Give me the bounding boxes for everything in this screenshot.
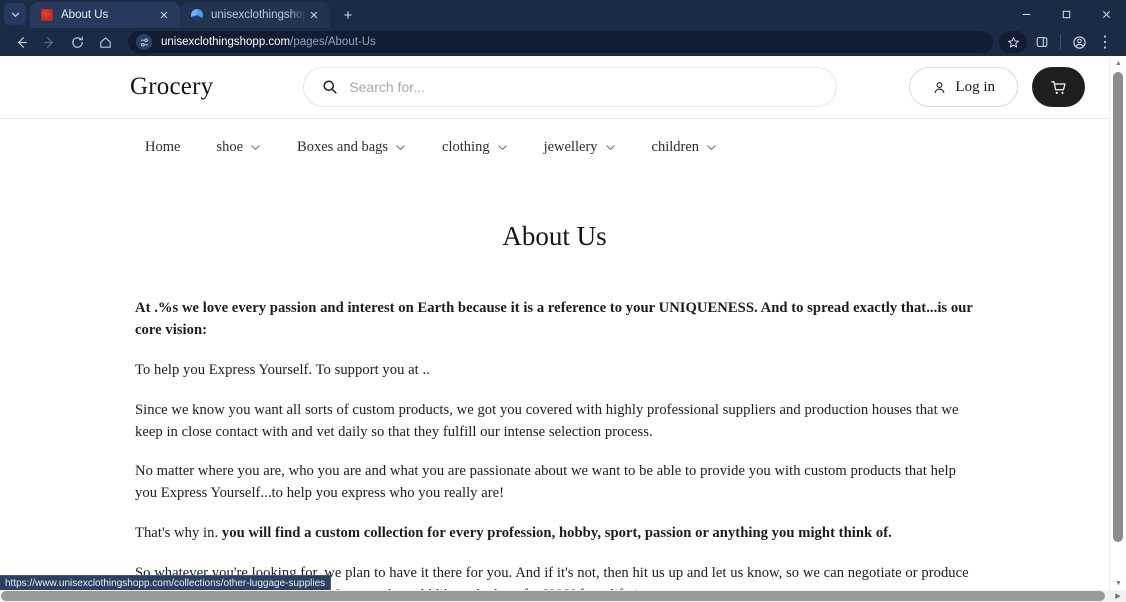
reload-icon[interactable] <box>64 29 90 55</box>
search-placeholder: Search for... <box>349 79 425 95</box>
cart-icon <box>1051 80 1066 94</box>
side-panel-icon[interactable] <box>1029 29 1055 55</box>
url-path: /pages/About-Us <box>290 36 376 48</box>
blue-globe-icon <box>190 8 204 22</box>
nav-item-boxes-and-bags[interactable]: Boxes and bags <box>297 139 406 156</box>
nav-label: children <box>651 138 700 155</box>
nav-label: Boxes and bags <box>297 138 389 155</box>
site-logo[interactable]: Grocery <box>130 73 213 101</box>
scroll-right-arrow-icon[interactable]: ▶ <box>1112 590 1124 602</box>
nav-label: jewellery <box>543 138 598 155</box>
window-controls <box>1006 0 1126 28</box>
scroll-down-arrow-icon[interactable]: ▼ <box>1110 576 1126 590</box>
minimize-icon[interactable] <box>1006 0 1046 28</box>
home-icon[interactable] <box>92 29 118 55</box>
tab-list-chevron-icon[interactable] <box>4 3 26 25</box>
back-icon[interactable] <box>8 29 34 55</box>
address-bar[interactable]: unisexclothingshopp.com/pages/About-Us <box>128 31 993 53</box>
chevron-down-glyph <box>11 12 19 17</box>
chevron-down-icon <box>497 142 508 153</box>
arrow-left-glyph <box>17 36 27 48</box>
chevron-down-icon <box>706 142 717 153</box>
nav-item-shoe[interactable]: shoe <box>216 139 261 156</box>
tab-search-area <box>0 0 30 28</box>
tab-title: About Us <box>61 9 109 21</box>
nav-item-home[interactable]: Home <box>145 139 180 156</box>
site-settings-icon[interactable] <box>136 34 152 50</box>
close-window-icon[interactable] <box>1086 0 1126 28</box>
reload-glyph <box>71 35 83 48</box>
tab-about-us[interactable]: About Us ✕ <box>30 2 180 28</box>
page-title: About Us <box>502 221 607 251</box>
paragraph-3: Since we know you want all sorts of cust… <box>135 401 959 440</box>
cart-button[interactable] <box>1032 67 1085 107</box>
status-bar-link: https://www.unisexclothingshopp.com/coll… <box>0 575 332 590</box>
star-icon <box>1007 36 1019 47</box>
header-actions: Log in <box>909 67 1085 107</box>
vertical-scroll-thumb[interactable] <box>1113 72 1123 542</box>
home-glyph <box>99 36 111 48</box>
page-viewport: Grocery Search for... Log in Home shoe B… <box>0 56 1126 602</box>
chevron-down-icon <box>605 142 616 153</box>
user-icon <box>935 81 945 93</box>
close-icon[interactable]: ✕ <box>156 7 172 23</box>
maximize-glyph <box>1062 10 1070 18</box>
tab-title: unisexclothingshopp.com/colle <box>211 9 306 21</box>
search-icon <box>323 80 337 94</box>
article: About Us At .%s we love every passion an… <box>0 175 1109 590</box>
site-navigation: Home shoe Boxes and bags clothing jewell… <box>0 119 1109 175</box>
url-text: unisexclothingshopp.com/pages/About-Us <box>161 36 376 48</box>
nav-label: Home <box>145 138 181 155</box>
horizontal-scroll-thumb[interactable] <box>1 591 1105 601</box>
close-icon[interactable]: ✕ <box>306 7 322 23</box>
nav-item-jewellery[interactable]: jewellery <box>544 139 616 156</box>
browser-window: About Us ✕ unisexclothingshopp.com/colle… <box>0 0 1126 602</box>
close-glyph <box>1102 10 1110 18</box>
paragraph-5-lead: That's why in. <box>135 525 222 542</box>
login-button[interactable]: Log in <box>909 67 1018 107</box>
red-bird-icon <box>40 8 54 22</box>
scroll-up-arrow-icon[interactable]: ▲ <box>1110 56 1126 70</box>
side-panel-glyph <box>1036 37 1048 47</box>
paragraph-2: To help you Express Yourself. To support… <box>135 361 430 378</box>
browser-toolbar: unisexclothingshopp.com/pages/About-Us ⋮ <box>0 28 1126 56</box>
nav-label: shoe <box>216 138 244 155</box>
tab-strip: About Us ✕ unisexclothingshopp.com/colle… <box>0 0 1126 28</box>
article-body: At .%s we love every passion and interes… <box>135 298 974 590</box>
forward-icon[interactable] <box>36 29 62 55</box>
search-input[interactable]: Search for... <box>303 67 838 107</box>
minimize-glyph <box>1022 13 1030 15</box>
horizontal-scrollbar[interactable]: ▶ <box>0 590 1126 602</box>
chevron-down-icon <box>395 142 406 153</box>
webpage: Grocery Search for... Log in Home shoe B… <box>0 56 1109 590</box>
tab-unisexclothingshopp[interactable]: unisexclothingshopp.com/colle ✕ <box>180 2 330 28</box>
paragraph-5: That's why in. you will find a custom co… <box>135 523 974 545</box>
login-label: Log in <box>955 78 995 95</box>
tabs-container: About Us ✕ unisexclothingshopp.com/colle… <box>30 0 361 28</box>
toolbar-actions: ⋮ <box>999 29 1118 55</box>
bookmark-button[interactable] <box>999 31 1027 53</box>
arrow-right-glyph <box>43 36 53 48</box>
nav-item-children[interactable]: children <box>652 139 718 156</box>
profile-glyph <box>1072 35 1086 49</box>
url-domain: unisexclothingshopp.com <box>161 36 291 48</box>
vertical-scroll-track[interactable] <box>1110 70 1126 576</box>
nav-item-clothing[interactable]: clothing <box>442 139 508 156</box>
toolbar-divider <box>1060 35 1061 49</box>
nav-label: clothing <box>442 138 490 155</box>
site-header: Grocery Search for... Log in <box>0 56 1109 118</box>
menu-icon[interactable]: ⋮ <box>1092 29 1118 55</box>
tune-glyph <box>140 37 148 47</box>
paragraph-5-strong: you will find a custom collection for ev… <box>221 525 892 542</box>
maximize-icon[interactable] <box>1046 0 1086 28</box>
profile-icon[interactable] <box>1066 29 1092 55</box>
new-tab-button[interactable]: + <box>335 2 361 28</box>
paragraph-1: At .%s we love every passion and interes… <box>135 300 973 338</box>
chevron-down-icon <box>250 142 261 153</box>
paragraph-4: No matter where you are, who you are and… <box>135 463 956 502</box>
vertical-scrollbar[interactable]: ▲ ▼ <box>1109 56 1126 590</box>
